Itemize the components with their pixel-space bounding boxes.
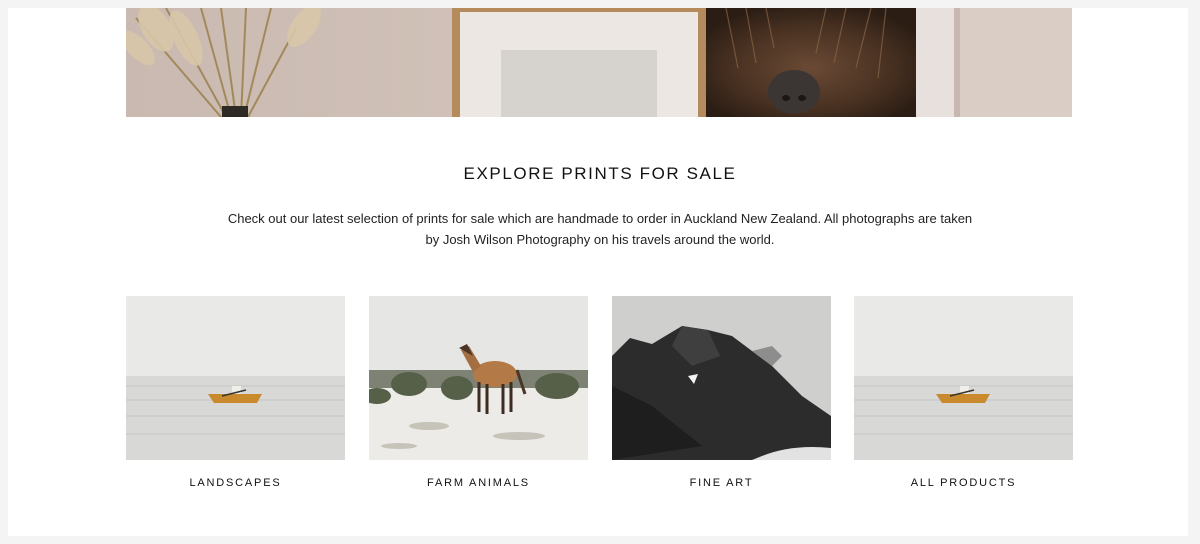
landscapes-thumbnail[interactable] [126,296,345,460]
section-description: Check out our latest selection of prints… [227,211,973,247]
hero-banner-image [126,8,1072,117]
page: EXPLORE PRINTS FOR SALE Check out our la… [8,8,1188,536]
all-products-thumbnail[interactable] [854,296,1073,460]
category-label[interactable]: FINE ART [612,477,831,489]
category-card-all-products[interactable]: ALL PRODUCTS [854,296,1073,489]
section-heading: EXPLORE PRINTS FOR SALE [463,164,737,183]
category-label[interactable]: ALL PRODUCTS [854,477,1073,489]
category-label[interactable]: FARM ANIMALS [369,477,588,489]
fine-art-thumbnail[interactable] [612,296,831,460]
category-card-fine-art[interactable]: FINE ART [612,296,831,489]
farm-animals-thumbnail[interactable] [369,296,588,460]
category-label[interactable]: LANDSCAPES [126,477,345,489]
category-card-landscapes[interactable]: LANDSCAPES [126,296,345,489]
category-card-farm-animals[interactable]: FARM ANIMALS [369,296,588,489]
